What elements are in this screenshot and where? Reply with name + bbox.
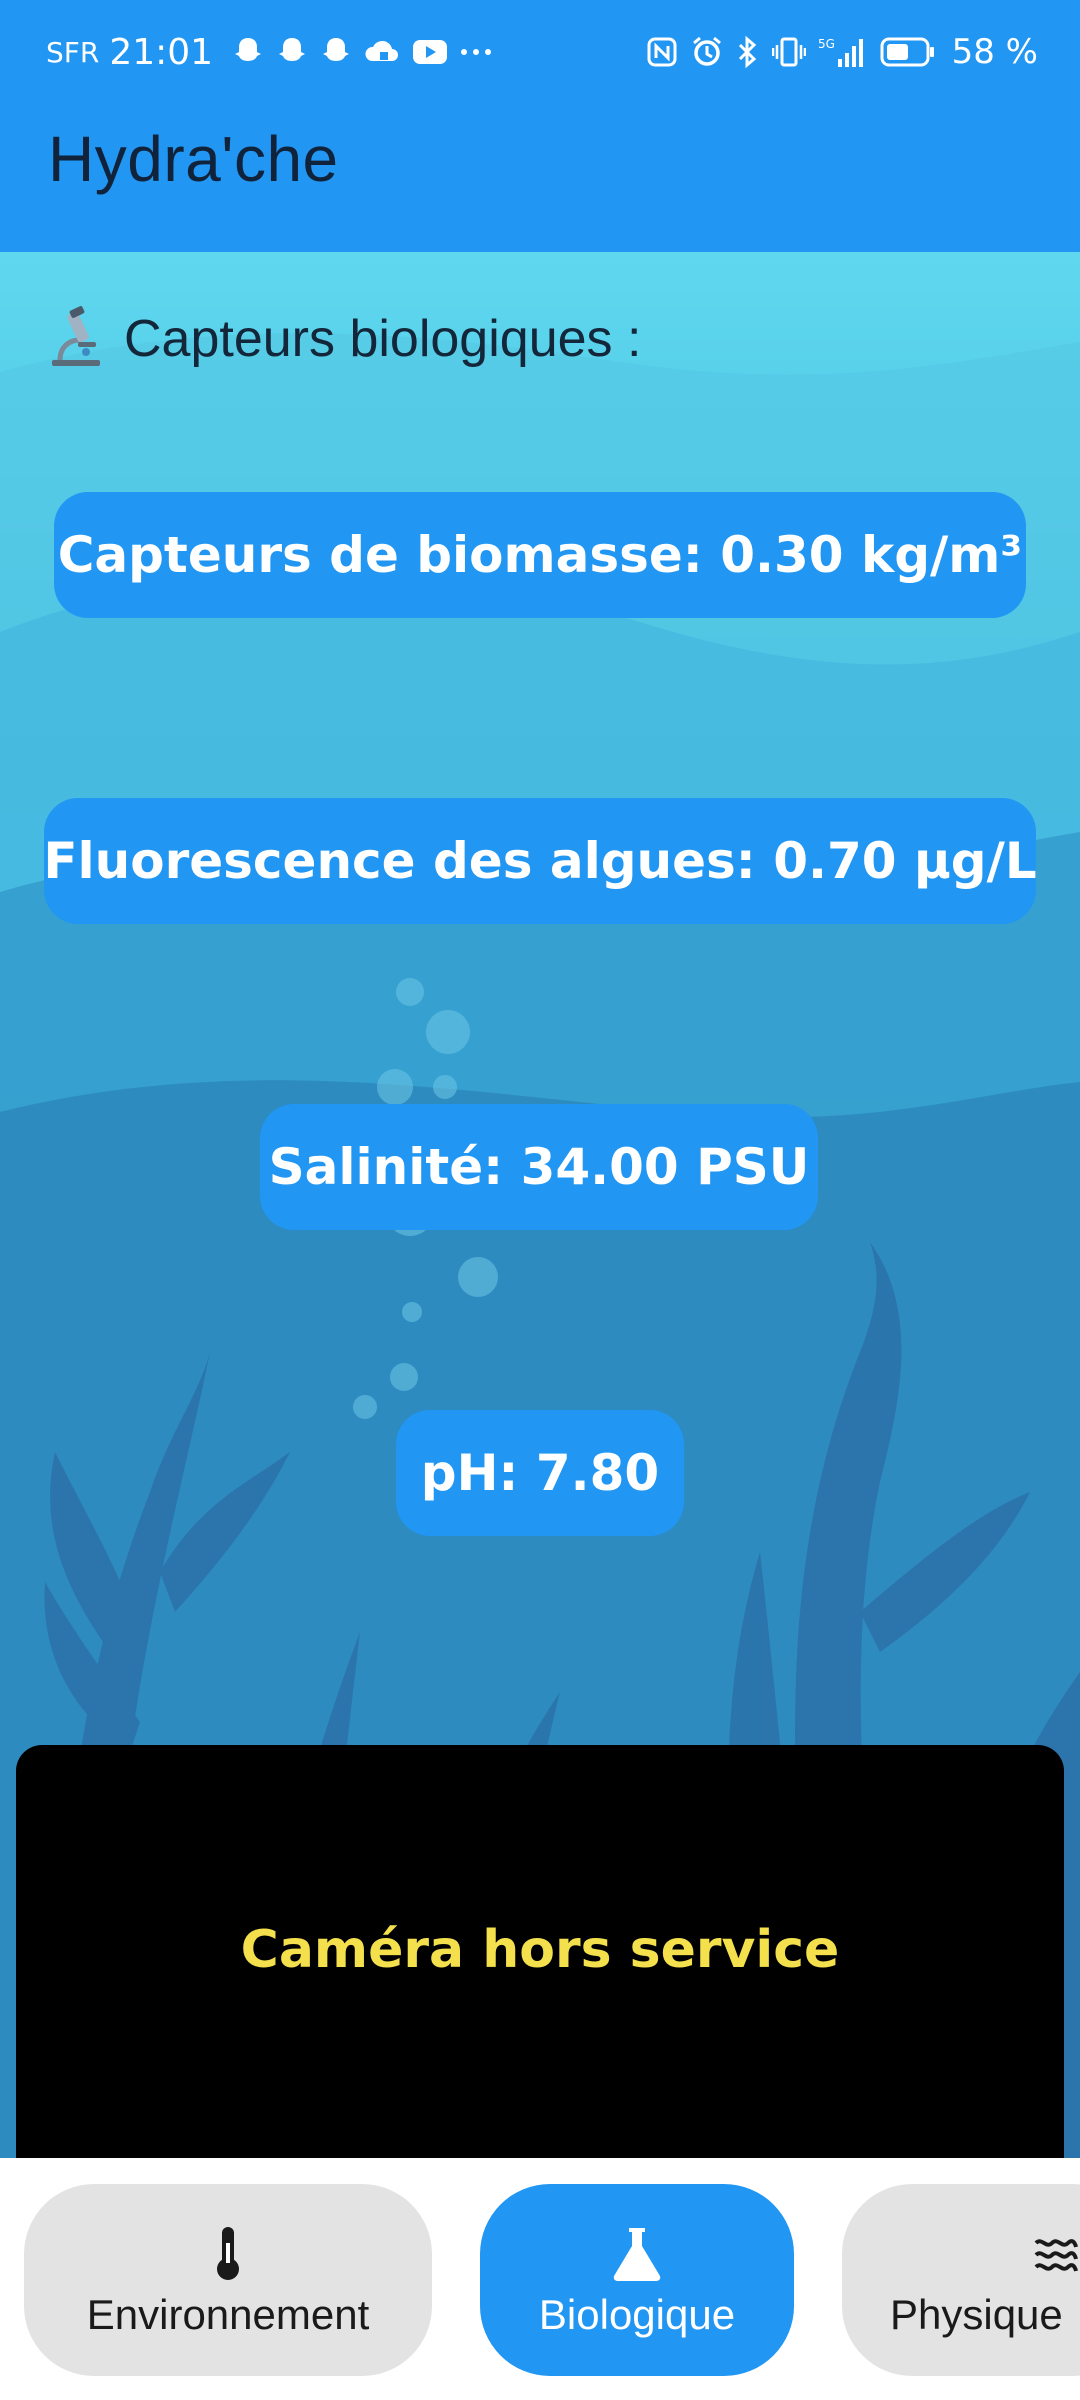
- algae-fluorescence-value: Fluorescence des algues: 0.70 µg/L: [43, 832, 1037, 890]
- nav-physique-label: Physique: [890, 2291, 1063, 2338]
- status-bar-right: 5G 58 %: [646, 30, 1038, 74]
- status-bar: SFR 21:01 5G 58 %: [0, 0, 1080, 104]
- ph-value: pH: 7.80: [420, 1444, 660, 1502]
- alarm-icon: [690, 35, 724, 69]
- carrier-label: SFR: [46, 35, 100, 69]
- nav-environnement-label: Environnement: [86, 2291, 370, 2338]
- battery-percentage: 58 %: [951, 32, 1038, 72]
- microscope-icon: [46, 306, 106, 372]
- clock: 21:01: [109, 31, 214, 73]
- flask-icon: [610, 2221, 664, 2285]
- waves-icon: [1034, 2221, 1078, 2285]
- section-header: Capteurs biologiques :: [46, 306, 641, 372]
- svg-text:5G: 5G: [818, 37, 835, 51]
- snapchat-icon: [231, 35, 265, 69]
- thermometer-icon: [210, 2221, 246, 2285]
- camera-feed: Caméra hors service: [16, 1745, 1064, 2158]
- nav-biologique-button[interactable]: Biologique: [480, 2184, 794, 2376]
- vibrate-icon: [771, 35, 806, 69]
- nfc-icon: [646, 36, 678, 68]
- app-screen: SFR 21:01 5G 58 % Hydra'che Capteurs bio…: [0, 0, 1080, 2400]
- algae-fluorescence-card: Fluorescence des algues: 0.70 µg/L: [43, 798, 1037, 924]
- signal-icon: 5G: [818, 35, 868, 69]
- ph-card: pH: 7.80: [396, 1410, 684, 1536]
- snapchat-icon: [275, 35, 309, 69]
- app-title: Hydra'che: [48, 123, 339, 195]
- biomass-sensor-value: Capteurs de biomasse: 0.30 kg/m³: [57, 526, 1023, 584]
- status-bar-left: SFR 21:01: [46, 30, 493, 74]
- cloud-icon: [363, 35, 401, 69]
- app-bar: Hydra'che: [0, 104, 1080, 252]
- more-icon: [459, 47, 493, 57]
- salinity-card: Salinité: 34.00 PSU: [260, 1104, 818, 1230]
- bluetooth-icon: [736, 35, 760, 69]
- biomass-sensor-card: Capteurs de biomasse: 0.30 kg/m³: [54, 492, 1026, 618]
- nav-biologique-label: Biologique: [538, 2291, 736, 2338]
- salinity-value: Salinité: 34.00 PSU: [268, 1138, 810, 1196]
- nav-environnement-button[interactable]: Environnement: [24, 2184, 432, 2376]
- content-area: Capteurs biologiques : Capteurs de bioma…: [0, 252, 1080, 2158]
- battery-icon: [880, 36, 936, 68]
- camera-status-text: Caméra hors service: [240, 1920, 840, 1980]
- nav-physique-button[interactable]: Physique: [842, 2184, 1080, 2376]
- youtube-icon: [411, 37, 449, 67]
- section-title: Capteurs biologiques :: [124, 310, 642, 368]
- bottom-navigation: Environnement Biologique Physique: [0, 2158, 1080, 2400]
- snapchat-icon: [319, 35, 353, 69]
